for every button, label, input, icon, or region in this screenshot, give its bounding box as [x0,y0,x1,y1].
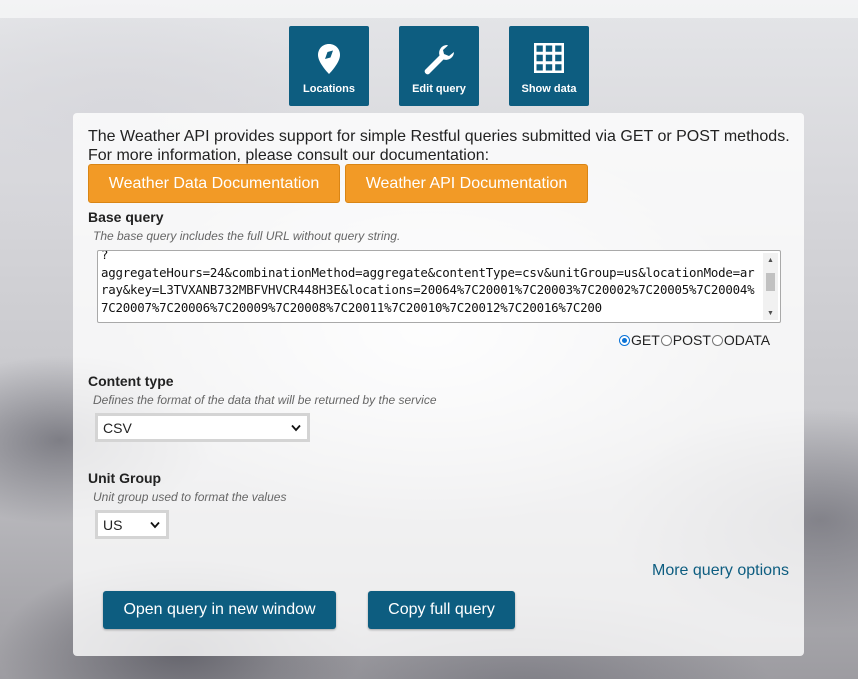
unit-group-select[interactable]: US [95,510,169,539]
weather-api-documentation-button[interactable]: Weather API Documentation [345,164,588,203]
open-query-new-window-button[interactable]: Open query in new window [103,591,336,629]
content-type-title: Content type [88,373,174,389]
unit-group-title: Unit Group [88,470,162,486]
locations-label: Locations [303,83,355,95]
base-query-text: ? aggregateHours=24&combinationMethod=ag… [101,250,755,315]
unit-group-description: Unit group used to format the values [93,490,287,504]
grid-icon [534,43,564,73]
base-query-description: The base query includes the full URL wit… [93,229,401,243]
content-type-description: Defines the format of the data that will… [93,393,437,407]
textarea-scrollbar[interactable]: ▲ ▼ [763,253,778,320]
radio-selected-icon[interactable] [619,334,630,346]
scroll-up-icon[interactable]: ▲ [763,253,778,267]
method-radio-get[interactable]: GET [619,332,660,348]
radio-unselected-icon[interactable] [711,334,723,346]
base-query-textarea[interactable]: ? aggregateHours=24&combinationMethod=ag… [97,250,781,323]
method-radio-get-label: GET [631,332,660,348]
method-radio-odata-label: ODATA [723,332,771,348]
method-radio-post[interactable]: POST [660,332,711,348]
method-radio-group: GET POST ODATA [619,332,771,348]
intro-text: The Weather API provides support for sim… [88,128,790,164]
weather-data-documentation-button[interactable]: Weather Data Documentation [88,164,340,203]
method-radio-post-label: POST [672,332,711,348]
locations-button[interactable]: Locations [289,26,369,106]
scroll-thumb[interactable] [766,273,775,291]
chevron-down-icon [291,424,301,431]
unit-group-value: US [103,516,123,533]
copy-full-query-button[interactable]: Copy full query [368,591,515,629]
edit-query-button[interactable]: Edit query [399,26,479,106]
edit-query-label: Edit query [412,83,466,95]
base-query-title: Base query [88,209,164,225]
radio-unselected-icon[interactable] [660,334,672,346]
show-data-button[interactable]: Show data [509,26,589,106]
wrench-icon [424,45,454,75]
scroll-down-icon[interactable]: ▼ [763,306,778,320]
content-type-select[interactable]: CSV [95,413,310,442]
top-bar [0,0,858,18]
content-type-value: CSV [103,419,132,436]
show-data-label: Show data [521,83,577,95]
map-pin-icon [318,44,340,74]
chevron-down-icon [150,521,160,528]
more-query-options-link[interactable]: More query options [652,562,789,580]
method-radio-odata[interactable]: ODATA [711,332,771,348]
